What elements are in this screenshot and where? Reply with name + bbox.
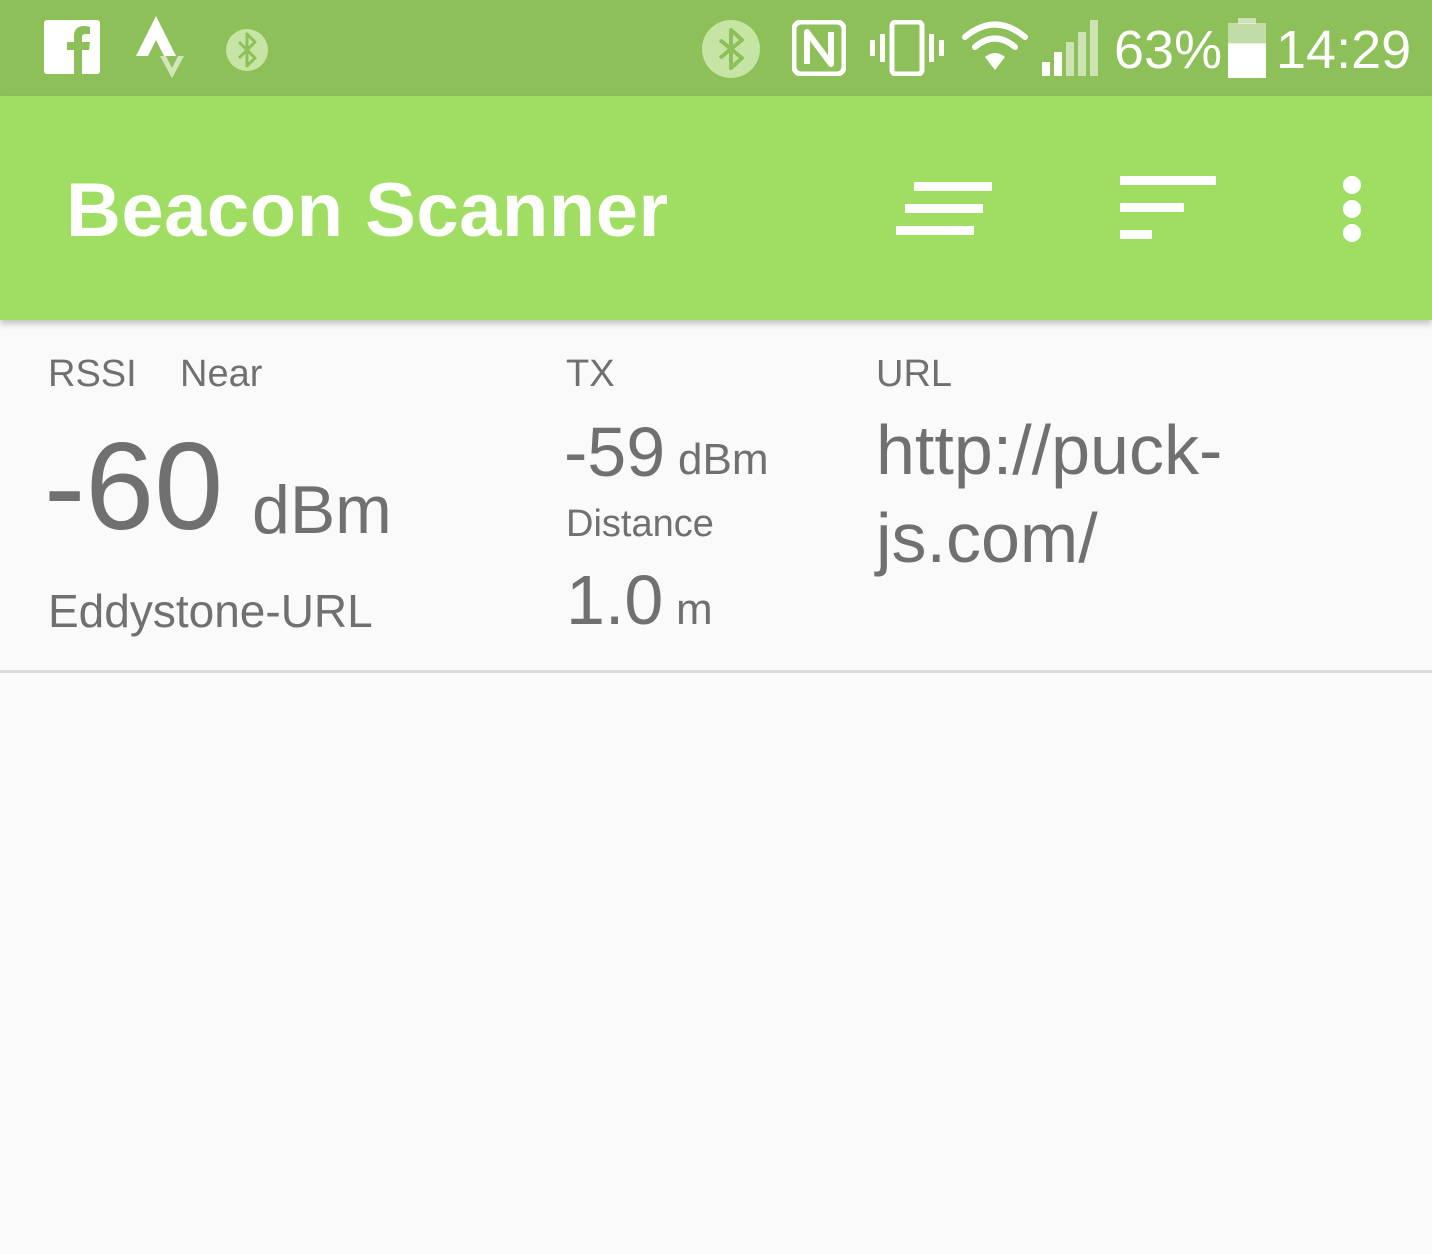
distance-value: 1.0: [566, 561, 664, 639]
strava-icon: [136, 16, 184, 78]
bluetooth-icon: [702, 20, 760, 78]
distance-unit: m: [676, 585, 713, 634]
beacon-list: RSSI Near -60 dBm Eddystone-URL TX -59 d…: [0, 320, 1432, 1254]
rssi-unit: dBm: [252, 472, 392, 548]
vibrate-icon: [870, 20, 944, 76]
url-line-2: js.com/: [876, 499, 1098, 577]
filter-lines-icon[interactable]: [896, 182, 992, 236]
nfc-icon: [792, 20, 846, 76]
tx-unit: dBm: [678, 435, 769, 484]
app-title: Beacon Scanner: [66, 168, 669, 253]
url-line-1: http://puck-: [876, 411, 1223, 489]
beacon-type: Eddystone-URL: [48, 585, 373, 637]
more-vert-icon[interactable]: [1340, 176, 1364, 242]
tx-label: TX: [566, 353, 615, 395]
url-label: URL: [876, 353, 953, 395]
tx-value: -59: [564, 413, 666, 491]
battery-percent: 63%: [1114, 20, 1223, 80]
row-divider: [0, 670, 1432, 673]
rssi-label: RSSI: [48, 353, 137, 395]
bluetooth-app-icon: [226, 29, 268, 71]
distance-label: Distance: [566, 503, 714, 545]
rssi-value: -60: [44, 418, 224, 556]
status-time: 14:29: [1276, 20, 1412, 80]
signal-icon: [1042, 20, 1098, 76]
app-bar: Beacon Scanner: [0, 96, 1432, 320]
status-bar: 63% 14:29: [0, 0, 1432, 96]
proximity-label: Near: [180, 353, 263, 395]
beacon-list-item[interactable]: RSSI Near -60 dBm Eddystone-URL TX -59 d…: [0, 320, 1432, 670]
wifi-icon: [962, 21, 1028, 70]
sort-icon[interactable]: [1120, 176, 1216, 240]
facebook-icon: [44, 20, 100, 74]
battery-icon: [1228, 18, 1266, 78]
